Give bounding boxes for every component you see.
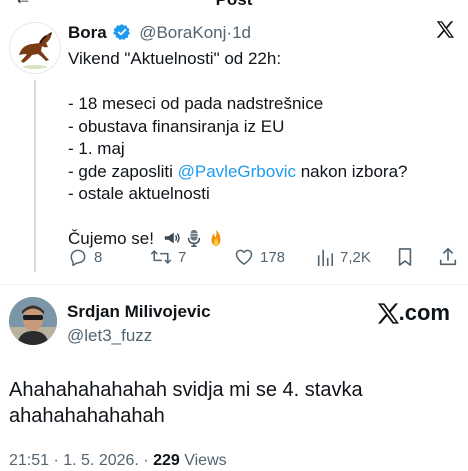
analytics-icon <box>317 249 334 266</box>
quoted-post-header: Bora @BoraKonj·1d <box>68 23 251 46</box>
post-text-line: ahahahahahahah <box>9 405 165 427</box>
speaker-emoji <box>164 232 180 244</box>
source-badge-text: .com <box>398 300 450 325</box>
views-count: 7,2K <box>340 248 371 266</box>
views-count: 229 <box>153 452 180 469</box>
source-badge: .com <box>377 300 450 326</box>
reply-count: 8 <box>94 248 103 266</box>
post-age[interactable]: 1d <box>232 23 251 42</box>
mention-link[interactable]: @PavleGrbovic <box>178 162 296 181</box>
horse-avatar-icon <box>10 23 60 73</box>
author-name[interactable]: Srdjan Milivojevic <box>67 302 211 322</box>
back-arrow-icon[interactable]: ← <box>14 0 32 9</box>
avatar[interactable] <box>9 297 57 345</box>
divider <box>0 284 468 285</box>
views-label: Views <box>179 452 227 469</box>
line-prefix: - gde zaposliti <box>68 161 178 181</box>
repost-icon <box>150 249 172 265</box>
post-actions: 8 7 178 7,2K <box>68 247 463 273</box>
post-text-line: - ostale aktuelnosti <box>68 184 210 203</box>
author-name[interactable]: Bora <box>68 23 107 42</box>
profile-photo-icon <box>9 297 57 345</box>
bookmark-button[interactable] <box>396 247 414 267</box>
avatar[interactable] <box>9 22 61 74</box>
timestamp[interactable]: 21:51 · 1. 5. 2026. · <box>9 452 153 469</box>
bookmark-icon <box>398 248 412 266</box>
post-text-line: Vikend "Aktuelnosti" od 22h: <box>68 49 282 68</box>
page-header: ← Post <box>0 0 468 9</box>
repost-button[interactable]: 7 <box>150 247 186 267</box>
like-count: 178 <box>260 248 286 266</box>
post-text: Ahahahahahahah svidja mi se 4. stavka ah… <box>9 377 459 429</box>
thread-line <box>34 80 36 272</box>
quoted-post-body: Vikend "Aktuelnosti" od 22h: - 18 meseci… <box>68 48 458 251</box>
share-button[interactable] <box>438 247 458 267</box>
views-button[interactable]: 7,2K <box>316 247 371 267</box>
share-icon <box>439 247 457 266</box>
post-text-line: - obustava finansiranja iz EU <box>68 116 285 136</box>
reply-button[interactable]: 8 <box>68 247 102 267</box>
author-handle[interactable]: @BoraKonj <box>139 23 226 42</box>
fire-emoji <box>211 229 221 247</box>
heart-icon <box>235 249 253 265</box>
microphone-emoji <box>187 229 200 247</box>
page-title: Post <box>216 0 253 9</box>
x-logo-icon <box>436 21 454 43</box>
like-button[interactable]: 178 <box>234 247 285 267</box>
post-text-line: - 18 meseci od pada nadstrešnice <box>68 94 324 113</box>
post-text-line: Ahahahahahahah svidja mi se 4. stavka <box>9 379 363 401</box>
repost-count: 7 <box>178 248 187 266</box>
sign-off: Čujemo se! <box>68 229 154 248</box>
post-text-line: - 1. maj <box>68 139 125 158</box>
line-suffix: nakon izbora? <box>295 161 408 181</box>
reply-icon <box>70 249 86 267</box>
author-handle[interactable]: @let3_fuzz <box>67 326 152 346</box>
verified-badge-icon <box>113 23 131 46</box>
post-meta: 21:51 · 1. 5. 2026. · 229 Views <box>9 452 227 470</box>
x-logo-icon <box>377 302 399 324</box>
post-text-line: - gde zaposliti @PavleGrbovic nakon izbo… <box>68 161 458 184</box>
